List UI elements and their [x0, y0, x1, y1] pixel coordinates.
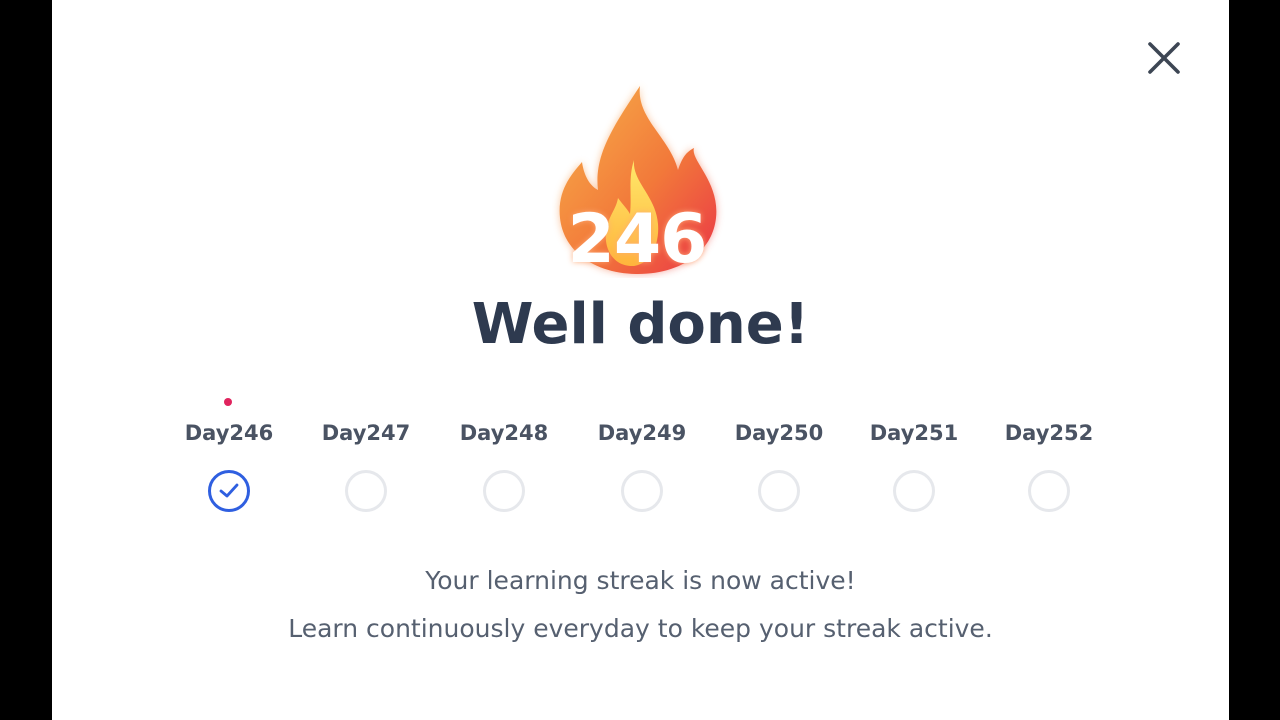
streak-status-message: Your learning streak is now active!: [425, 566, 856, 595]
day-pending-circle: [1028, 470, 1070, 512]
day-item: Day251: [854, 418, 974, 512]
streak-hint-message: Learn continuously everyday to keep your…: [288, 614, 993, 643]
day-pending-circle: [893, 470, 935, 512]
day-pending-circle: [345, 470, 387, 512]
streak-modal: 246 Well done! Day246 Day247 Day248 Day249 D…: [52, 0, 1229, 720]
day-item: Day248: [444, 418, 564, 512]
day-item: Day247: [306, 418, 426, 512]
day-item: Day249: [582, 418, 702, 512]
day-pending-circle: [621, 470, 663, 512]
day-item: Day246: [169, 418, 289, 512]
streak-days: Day246 Day247 Day248 Day249 Day250 Day251 Day2…: [52, 0, 1229, 540]
day-label: Day247: [321, 421, 411, 445]
day-label: Day248: [459, 421, 549, 445]
day-item: Day250: [719, 418, 839, 512]
day-label: Day252: [1004, 421, 1094, 445]
day-label: Day246: [184, 421, 274, 445]
day-item: Day252: [989, 418, 1109, 512]
day-label: Day250: [734, 421, 824, 445]
day-label: Day249: [597, 421, 687, 445]
day-pending-circle: [483, 470, 525, 512]
day-label: Day251: [869, 421, 959, 445]
day-completed-circle: [208, 470, 250, 512]
checkmark-icon: [219, 483, 239, 498]
day-pending-circle: [758, 470, 800, 512]
